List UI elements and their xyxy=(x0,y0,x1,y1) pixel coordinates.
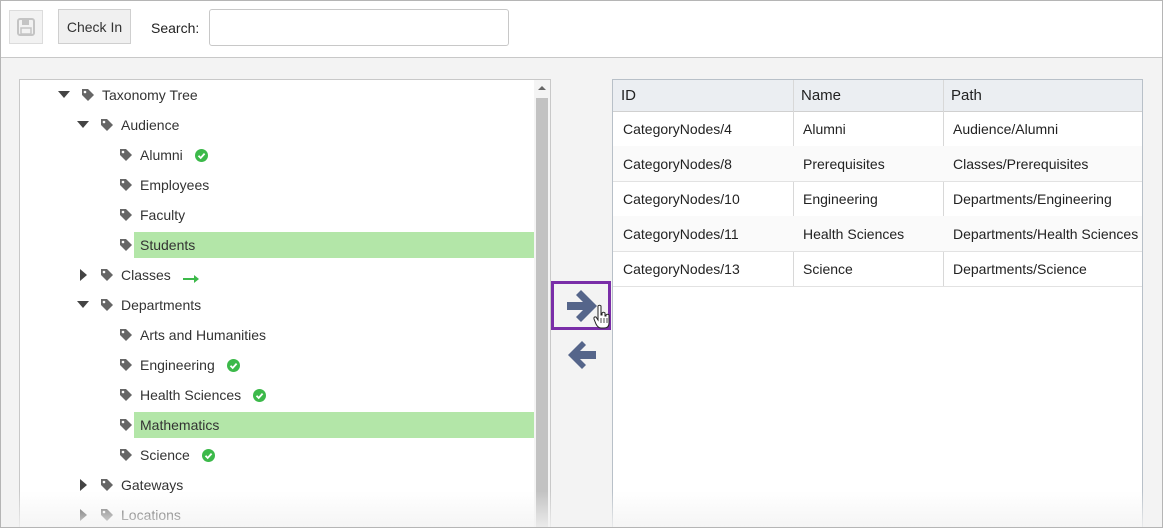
cell-path: Departments/Health Sciences xyxy=(953,225,1139,242)
tag-icon xyxy=(100,268,114,282)
column-header-path[interactable]: Path xyxy=(951,80,982,111)
tag-icon xyxy=(119,448,133,462)
cell-path: Audience/Alumni xyxy=(953,120,1059,137)
tree-node-label[interactable]: Locations xyxy=(121,507,181,523)
table-row[interactable]: CategoryNodes/4 Alumni Audience/Alumni xyxy=(613,111,1142,147)
save-button[interactable] xyxy=(9,10,43,44)
cell-name: Engineering xyxy=(803,190,878,207)
scroll-up-icon[interactable] xyxy=(534,80,550,96)
tree-node-label[interactable]: Mathematics xyxy=(140,417,219,433)
grid-header: ID Name Path xyxy=(613,80,1142,112)
tag-icon xyxy=(81,88,95,102)
tree-node-label[interactable]: Health Sciences xyxy=(140,387,241,403)
tag-icon xyxy=(119,358,133,372)
tag-icon xyxy=(100,508,114,522)
cell-name: Science xyxy=(803,260,853,277)
tree-node-label[interactable]: Gateways xyxy=(121,477,183,493)
cell-path: Classes/Prerequisites xyxy=(953,155,1089,172)
tree-node-label[interactable]: Departments xyxy=(121,297,201,313)
table-row[interactable]: CategoryNodes/11 Health Sciences Departmen… xyxy=(613,216,1142,252)
tree-node-label[interactable]: Engineering xyxy=(140,357,215,373)
search-input[interactable] xyxy=(209,9,509,46)
app-frame: Check In Search: Taxonomy Tree Audience Al… xyxy=(0,0,1163,528)
tag-icon xyxy=(119,148,133,162)
tree-node-label[interactable]: Science xyxy=(140,447,190,463)
tag-icon xyxy=(119,328,133,342)
tag-icon xyxy=(119,388,133,402)
cell-id: CategoryNodes/4 xyxy=(623,120,732,137)
hand-cursor-icon xyxy=(593,304,610,329)
save-icon xyxy=(17,18,35,36)
caret-right-icon[interactable] xyxy=(77,269,89,281)
check-circle-icon xyxy=(253,389,266,402)
caret-down-icon[interactable] xyxy=(58,89,70,101)
tag-icon xyxy=(119,208,133,222)
arrow-left-icon xyxy=(568,341,596,369)
taxonomy-tree-panel: Taxonomy Tree Audience Alumni Employees Facu… xyxy=(19,79,551,527)
tree-node-label[interactable]: Taxonomy Tree xyxy=(102,87,198,103)
toolbar: Check In Search: xyxy=(1,1,1162,58)
caret-down-icon[interactable] xyxy=(77,299,89,311)
tree-node-label[interactable]: Alumni xyxy=(140,147,183,163)
tree-scrollbar[interactable] xyxy=(534,80,550,527)
tree-node-label[interactable]: Students xyxy=(140,237,195,253)
scroll-thumb[interactable] xyxy=(536,98,548,527)
column-header-id[interactable]: ID xyxy=(621,80,636,111)
search-label: Search: xyxy=(151,20,200,36)
caret-down-icon[interactable] xyxy=(77,119,89,131)
cell-name: Health Sciences xyxy=(803,225,905,242)
tree-node-label[interactable]: Arts and Humanities xyxy=(140,327,266,343)
tag-icon xyxy=(119,238,133,252)
selected-categories-grid: ID Name Path CategoryNodes/4 Alumni Audien… xyxy=(612,79,1143,527)
cell-name: Prerequisites xyxy=(803,155,885,172)
cell-path: Departments/Engineering xyxy=(953,190,1112,207)
cell-id: CategoryNodes/11 xyxy=(623,225,739,242)
tag-icon xyxy=(100,298,114,312)
check-in-button[interactable]: Check In xyxy=(58,9,131,44)
table-row[interactable]: CategoryNodes/8 Prerequisites Classes/Prer… xyxy=(613,146,1142,182)
cell-id: CategoryNodes/8 xyxy=(623,155,732,172)
tree-node-label[interactable]: Classes xyxy=(121,267,171,283)
cell-id: CategoryNodes/13 xyxy=(623,260,740,277)
tag-icon xyxy=(119,178,133,192)
tree-node-label[interactable]: Audience xyxy=(121,117,179,133)
tree-node-label[interactable]: Faculty xyxy=(140,207,185,223)
caret-right-icon[interactable] xyxy=(77,479,89,491)
table-row[interactable]: CategoryNodes/13 Science Departments/Scien… xyxy=(613,251,1142,287)
tag-icon xyxy=(119,418,133,432)
move-left-button[interactable] xyxy=(562,338,602,372)
caret-right-icon[interactable] xyxy=(77,509,89,521)
tree-node-label[interactable]: Employees xyxy=(140,177,209,193)
check-circle-icon xyxy=(195,149,208,162)
check-circle-icon xyxy=(202,449,215,462)
cell-name: Alumni xyxy=(803,120,846,137)
arrow-right-icon xyxy=(183,271,199,283)
tag-icon xyxy=(100,118,114,132)
cell-path: Departments/Science xyxy=(953,260,1087,277)
cell-id: CategoryNodes/10 xyxy=(623,190,740,207)
column-header-name[interactable]: Name xyxy=(801,80,841,111)
table-row[interactable]: CategoryNodes/10 Engineering Departments/E… xyxy=(613,181,1142,217)
tag-icon xyxy=(100,478,114,492)
check-circle-icon xyxy=(227,359,240,372)
